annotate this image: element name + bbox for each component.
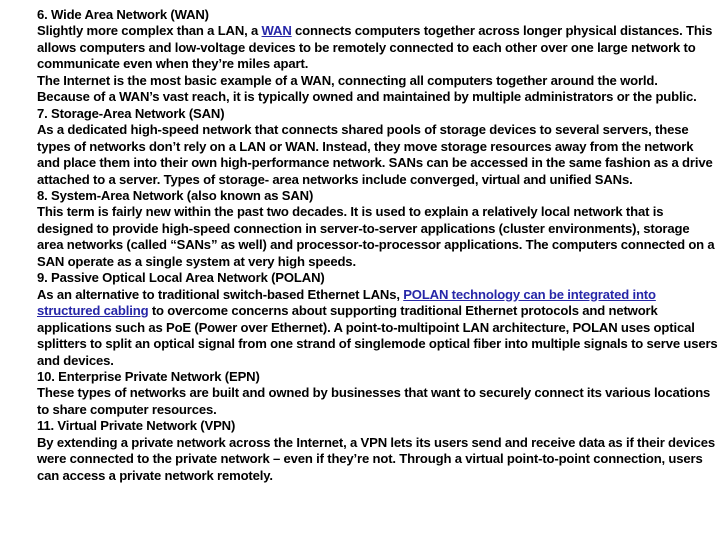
text-line: Because of a WAN’s vast reach, it is typ… (37, 89, 697, 105)
text-line: designed to provide high-speed connectio… (37, 220, 690, 237)
text-line: splitters to split an optical signal fro… (37, 336, 718, 352)
text-run: were connected to the private network – … (37, 451, 703, 467)
text-run: Slightly more complex than a LAN, a (37, 23, 262, 39)
hyperlink[interactable]: POLAN technology can be integrated into (403, 287, 656, 302)
text-run: designed to provide high-speed connectio… (37, 220, 690, 236)
text-run: allows computers and low-voltage devices… (37, 39, 696, 55)
text-line: As an alternative to traditional switch-… (37, 287, 687, 303)
text-line: can access a private network remotely. (37, 468, 687, 484)
text-line: This term is fairly new within the past … (37, 204, 687, 220)
slide-body-text: 6. Wide Area Network (WAN) Slightly more … (37, 7, 718, 484)
text-line: attached to a server. Types of storage- … (37, 172, 687, 188)
text-run: These types of networks are built and ow… (37, 385, 711, 401)
text-run: and place them into their own high-perfo… (37, 155, 713, 171)
text-line: and devices. (37, 353, 687, 369)
text-run: connects computers together across longe… (291, 23, 713, 39)
text-run: types of networks don’t rely on a LAN or… (37, 138, 694, 154)
text-run: 6. Wide Area Network (WAN) (37, 7, 209, 22)
slide-canvas: 6. Wide Area Network (WAN) Slightly more … (0, 0, 720, 540)
text-line: 9. Passive Optical Local Area Network (P… (37, 270, 687, 286)
text-line: 8. System-Area Network (also known as SA… (37, 188, 687, 204)
text-run: SAN operate as a single system at very h… (37, 253, 356, 269)
text-run: 9. Passive Optical Local Area Network (P… (37, 270, 325, 286)
text-line: applications such as PoE (Power over Eth… (37, 320, 695, 336)
text-line: allows computers and low-voltage devices… (37, 40, 696, 56)
text-run: 10. Enterprise Private Network (EPN) (37, 368, 260, 384)
text-line: area networks (called “SANs” as well) an… (37, 237, 715, 253)
text-run: and devices. (37, 352, 114, 368)
text-line: By extending a private network across th… (37, 435, 715, 451)
text-run: communicate even when they’re miles apar… (37, 56, 309, 72)
text-line: structured cabling to overcome concerns … (37, 303, 687, 319)
text-line: 10. Enterprise Private Network (EPN) (37, 369, 687, 385)
text-line: As a dedicated high-speed network that c… (37, 122, 689, 138)
text-run: attached to a server. Types of storage- … (37, 171, 633, 187)
text-line: 11. Virtual Private Network (VPN) (37, 418, 687, 434)
text-line: 6. Wide Area Network (WAN) (37, 7, 687, 23)
text-run: By extending a private network across th… (37, 434, 716, 450)
text-run: splitters to split an optical signal fro… (37, 336, 718, 352)
text-run: This term is fairly new within the past … (37, 204, 664, 220)
text-line: communicate even when they’re miles apar… (37, 56, 687, 72)
text-run: The Internet is the most basic example o… (37, 72, 658, 88)
text-run: As a dedicated high-speed network that c… (37, 122, 689, 138)
text-line: These types of networks are built and ow… (37, 385, 710, 401)
text-line: Slightly more complex than a LAN, a WAN … (37, 23, 712, 39)
text-run: applications such as PoE (Power over Eth… (37, 319, 695, 335)
text-line: The Internet is the most basic example o… (37, 73, 687, 89)
text-line: types of networks don’t rely on a LAN or… (37, 139, 694, 155)
text-run: to share computer resources. (37, 401, 217, 417)
text-line: were connected to the private network – … (37, 451, 703, 467)
hyperlink[interactable]: structured cabling (37, 303, 149, 318)
text-run: As an alternative to traditional switch-… (37, 286, 404, 302)
text-run: Because of a WAN’s vast reach, it is typ… (37, 89, 697, 105)
text-run: 11. Virtual Private Network (VPN) (37, 418, 236, 434)
text-run: 8. System-Area Network (also known as SA… (37, 187, 314, 203)
text-run: area networks (called “SANs” as well) an… (37, 237, 715, 253)
text-run: can access a private network remotely. (37, 467, 273, 483)
hyperlink[interactable]: WAN (262, 23, 292, 38)
text-run: to overcome concerns about supporting tr… (148, 303, 658, 319)
text-line: 7. Storage-Area Network (SAN) (37, 106, 687, 122)
text-line: SAN operate as a single system at very h… (37, 254, 687, 270)
text-run: 7. Storage-Area Network (SAN) (37, 105, 225, 121)
text-line: and place them into their own high-perfo… (37, 155, 713, 171)
text-line: to share computer resources. (37, 402, 687, 418)
